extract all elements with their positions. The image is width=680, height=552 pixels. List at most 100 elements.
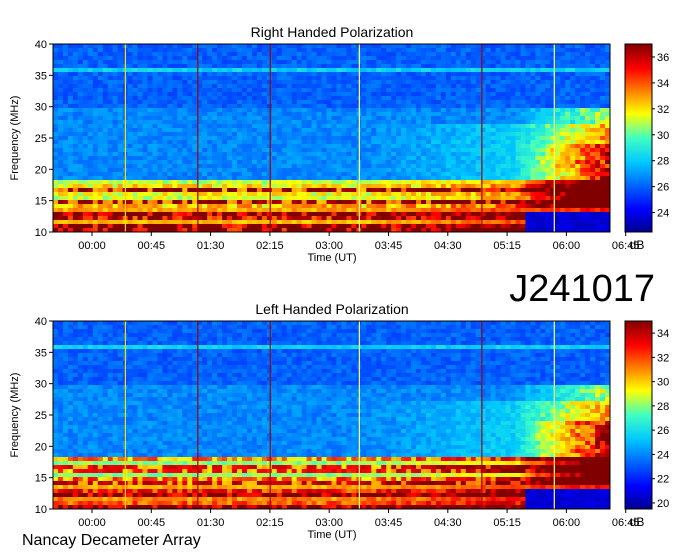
heatmap-cell	[172, 48, 178, 53]
heatmap-cell	[570, 104, 576, 109]
heatmap-cell	[346, 132, 352, 137]
heatmap-cell	[450, 84, 457, 89]
heatmap-cell	[261, 140, 268, 145]
heatmap-cell	[520, 56, 526, 61]
heatmap-cell	[560, 120, 566, 125]
heatmap-cell	[435, 168, 442, 173]
heatmap-cell	[460, 88, 467, 93]
heatmap-cell	[132, 188, 138, 193]
heatmap-cell	[555, 176, 561, 181]
heatmap-cell	[346, 116, 352, 121]
heatmap-cell	[187, 64, 193, 69]
heatmap-cell	[152, 176, 158, 181]
heatmap-cell	[137, 48, 143, 53]
heatmap-cell	[271, 60, 278, 65]
heatmap-cell	[331, 208, 337, 213]
heatmap-cell	[212, 52, 218, 57]
heatmap-cell	[460, 76, 467, 81]
heatmap-cell	[371, 96, 377, 101]
heatmap-cell	[97, 216, 104, 221]
heatmap-cell	[545, 72, 551, 77]
heatmap-cell	[57, 80, 64, 85]
heatmap-cell	[227, 60, 233, 65]
heatmap-cell	[246, 60, 253, 65]
heatmap-cell	[92, 196, 99, 201]
heatmap-cell	[381, 92, 387, 97]
heatmap-cell	[560, 168, 566, 173]
heatmap-cell	[147, 72, 153, 77]
heatmap-cell	[475, 104, 482, 109]
heatmap-cell	[475, 108, 482, 113]
heatmap-cell	[455, 160, 462, 165]
heatmap-cell	[301, 204, 308, 209]
heatmap-cell	[505, 64, 511, 69]
heatmap-cell	[102, 56, 109, 61]
heatmap-cell	[152, 156, 158, 161]
heatmap-cell	[147, 112, 153, 117]
heatmap-cell	[435, 56, 442, 61]
heatmap-cell	[475, 180, 482, 185]
heatmap-cell	[57, 212, 64, 217]
heatmap-cell	[540, 72, 546, 77]
heatmap-cell	[421, 168, 427, 173]
heatmap-cell	[53, 92, 59, 97]
heatmap-cell	[202, 84, 208, 89]
heatmap-cell	[57, 180, 64, 185]
heatmap-cell	[500, 48, 506, 53]
heatmap-cell	[266, 76, 273, 81]
heatmap-cell	[266, 104, 273, 109]
heatmap-cell	[311, 160, 317, 165]
heatmap-cell	[92, 112, 99, 117]
heatmap-cell	[495, 112, 501, 117]
heatmap-cell	[381, 52, 387, 57]
heatmap-cell	[570, 108, 576, 113]
heatmap-cell	[490, 100, 497, 105]
heatmap-cell	[445, 188, 452, 193]
heatmap-cell	[366, 184, 372, 189]
heatmap-cell	[510, 196, 516, 201]
heatmap-cell	[520, 156, 526, 161]
heatmap-cell	[256, 144, 263, 149]
heatmap-cell	[227, 100, 233, 105]
heatmap-cell	[366, 132, 372, 137]
heatmap-cell	[341, 216, 347, 221]
heatmap-cell	[490, 56, 497, 61]
heatmap-cell	[222, 200, 228, 205]
heatmap-cell	[227, 180, 233, 185]
heatmap-cell	[346, 120, 352, 125]
heatmap-cell	[520, 100, 526, 105]
heatmap-cell	[256, 208, 263, 213]
heatmap-cell	[371, 64, 377, 69]
heatmap-cell	[381, 64, 387, 69]
heatmap-cell	[62, 200, 69, 205]
heatmap-cell	[57, 224, 64, 229]
heatmap-cell	[117, 112, 124, 117]
heatmap-cell	[470, 60, 477, 65]
heatmap-cell	[296, 172, 303, 177]
heatmap-cell	[172, 68, 178, 73]
heatmap-cell	[470, 76, 477, 81]
heatmap-cell	[256, 68, 263, 73]
heatmap-cell	[266, 196, 273, 201]
heatmap-cell	[416, 120, 422, 125]
heatmap-cell	[117, 172, 124, 177]
heatmap-cell	[67, 192, 74, 197]
heatmap-cell	[296, 88, 303, 93]
heatmap-cell	[540, 100, 546, 105]
heatmap-cell	[67, 116, 74, 121]
heatmap-cell	[425, 160, 432, 165]
heatmap-cell	[97, 100, 104, 105]
heatmap-cell	[187, 156, 193, 161]
heatmap-cell	[361, 156, 367, 161]
heatmap-cell	[545, 80, 551, 85]
heatmap-cell	[227, 212, 233, 217]
heatmap-cell	[336, 220, 342, 225]
heatmap-cell	[510, 116, 516, 121]
heatmap-cell	[281, 112, 288, 117]
heatmap-cell	[281, 204, 288, 209]
heatmap-cell	[227, 188, 233, 193]
heatmap-cell	[440, 216, 447, 221]
heatmap-cell	[391, 116, 397, 121]
heatmap-cell	[217, 60, 223, 65]
heatmap-cell	[222, 92, 228, 97]
